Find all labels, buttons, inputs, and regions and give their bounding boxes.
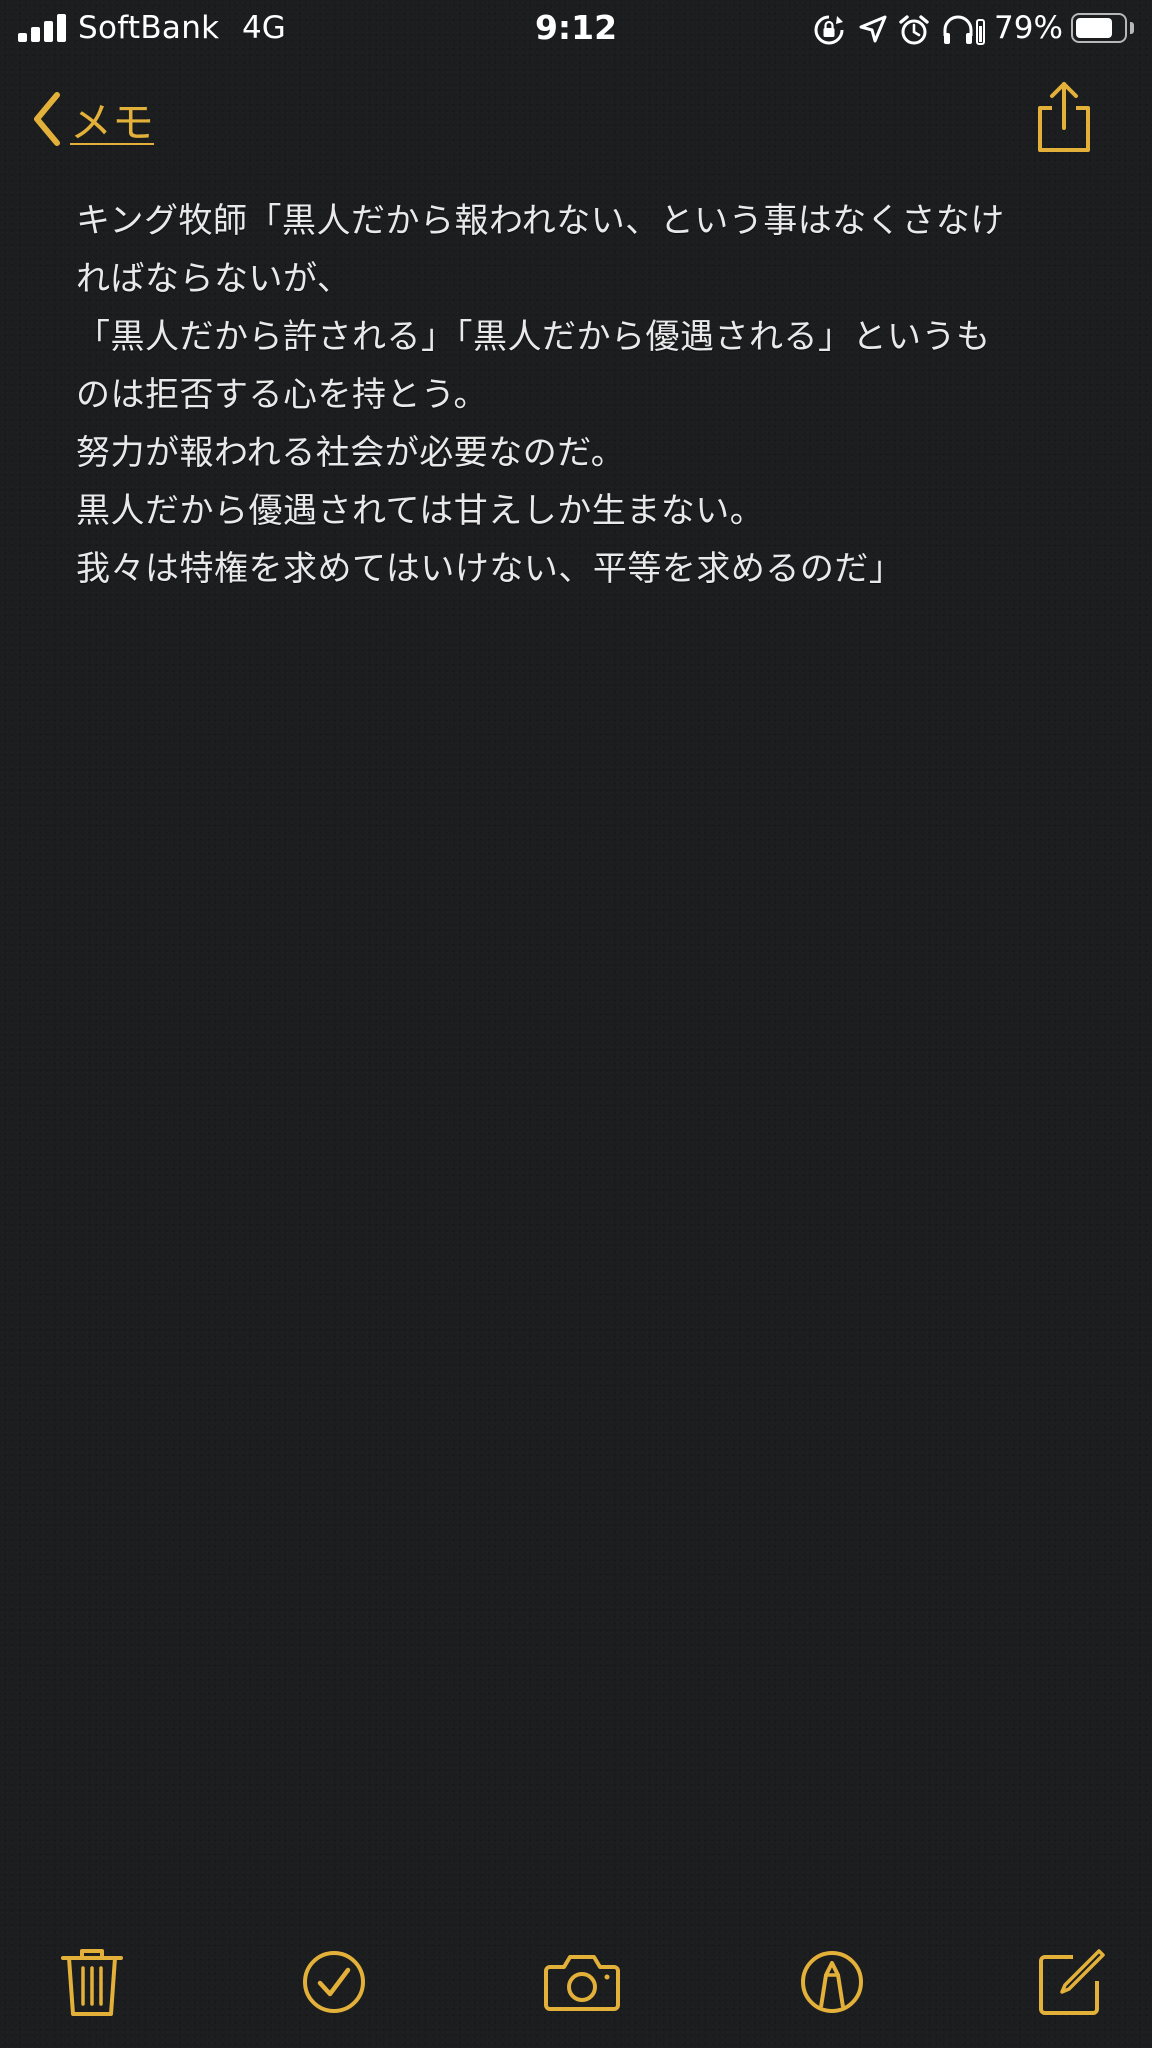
location-arrow-icon [859, 15, 887, 43]
note-line: 黒人だから優遇されては甘えしか生まない。 [76, 491, 765, 531]
battery-cap [1130, 22, 1134, 34]
share-icon [1038, 82, 1090, 152]
carrier-name: SoftBank [78, 10, 220, 46]
back-button-label: メモ [70, 97, 155, 147]
checklist-button[interactable] [292, 1940, 376, 2024]
battery-icon [1071, 13, 1127, 43]
note-line: 努力が報われる社会が必要なのだ。 [76, 433, 626, 473]
compose-button[interactable] [1030, 1940, 1114, 2024]
bottom-toolbar [0, 1940, 1152, 2030]
signal-bars-icon [18, 14, 66, 42]
checklist-icon [303, 1951, 365, 2013]
chevron-left-icon [34, 92, 60, 146]
note-line: 我々は特権を求めてはいけない、平等を求めるのだ」 [76, 549, 904, 589]
note-line: のは拒否する心を持とう。 [76, 375, 488, 415]
markup-button[interactable] [790, 1940, 874, 2024]
note-line: 「黒人だから許される」「黒人だから優遇される」というも [76, 317, 991, 357]
note-body[interactable]: キング牧師「黒人だから報われない、という事はなくさなけ ればならないが、 「黒人… [76, 192, 1076, 598]
battery-level-fill [1076, 18, 1112, 38]
alarm-clock-icon [899, 15, 929, 45]
camera-icon [544, 1955, 620, 2011]
markup-pen-icon [801, 1951, 863, 2013]
network-type: 4G [242, 10, 286, 46]
delete-button[interactable] [50, 1940, 134, 2024]
rotation-lock-icon [814, 15, 844, 45]
share-button[interactable] [1030, 80, 1098, 156]
battery-percentage: 79% [994, 10, 1063, 46]
compose-icon [1039, 1949, 1105, 2015]
note-line: キング牧師「黒人だから報われない、という事はなくさなけ [76, 201, 1005, 241]
note-line: ればならないが、 [76, 259, 352, 299]
camera-button[interactable] [540, 1940, 624, 2024]
status-bar: SoftBank 4G 9:12 79% [0, 0, 1152, 60]
headphones-icon [943, 15, 985, 45]
trash-icon [61, 1949, 123, 2016]
back-button[interactable]: メモ [30, 84, 154, 154]
